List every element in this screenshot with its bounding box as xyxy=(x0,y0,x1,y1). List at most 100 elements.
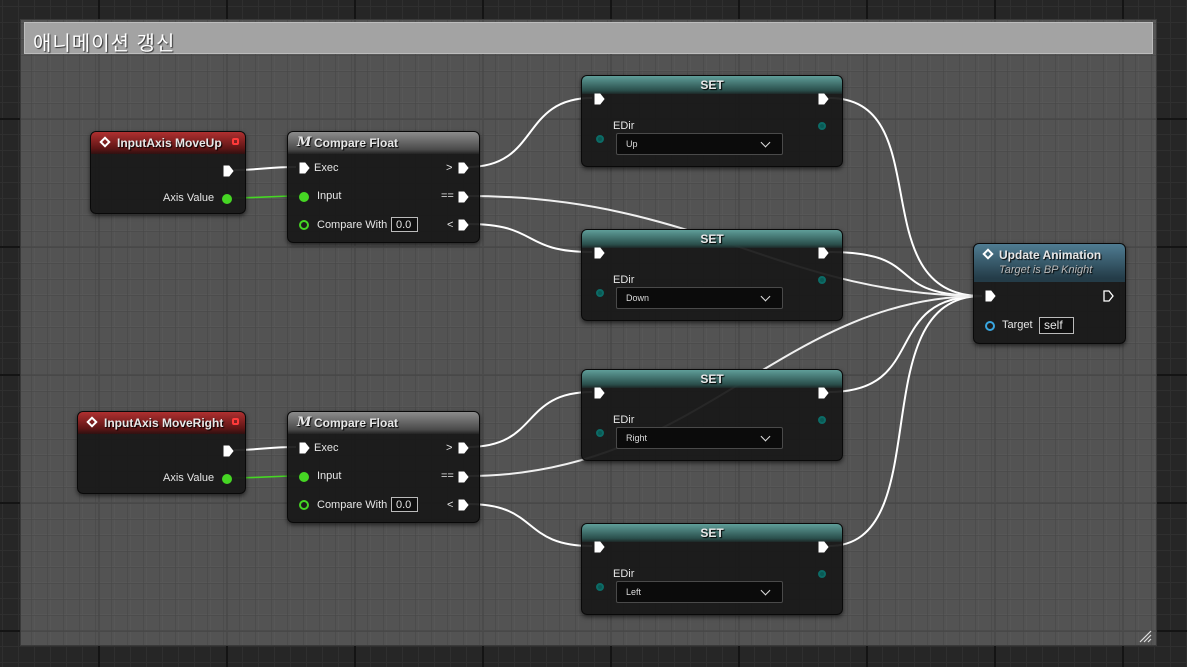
edir-in-pin-icon[interactable] xyxy=(596,289,604,297)
dropdown-value: Right xyxy=(626,433,648,443)
macro-icon: M xyxy=(297,415,312,430)
edir-out-pin-icon[interactable] xyxy=(818,276,826,284)
event-output-icon xyxy=(232,138,239,145)
edir-in-pin-icon[interactable] xyxy=(596,135,604,143)
edir-label: EDir xyxy=(613,120,635,132)
exec-in-pin-icon[interactable] xyxy=(299,442,310,454)
equal-exec-pin-icon[interactable] xyxy=(458,471,469,483)
exec-out-pin-icon[interactable] xyxy=(223,445,234,457)
less-label: < xyxy=(447,219,454,231)
equal-label: == xyxy=(441,190,454,202)
compare-float-node[interactable]: M Compare Float Exec > Input == Compare … xyxy=(287,411,480,523)
greater-label: > xyxy=(446,162,453,174)
equal-label: == xyxy=(441,470,454,482)
target-pin-icon[interactable] xyxy=(985,321,995,331)
edir-dropdown[interactable]: Left xyxy=(616,581,783,603)
node-title: Update Animation xyxy=(999,248,1102,262)
dropdown-value: Up xyxy=(626,139,638,149)
less-exec-pin-icon[interactable] xyxy=(458,219,469,231)
target-label: Target xyxy=(1002,319,1033,331)
input-pin-icon[interactable] xyxy=(299,472,309,482)
node-header[interactable]: Update Animation Target is BP Knight xyxy=(974,244,1125,282)
compare-with-pin-icon[interactable] xyxy=(299,220,309,230)
input-label: Input xyxy=(317,470,342,482)
exec-in-pin-icon[interactable] xyxy=(594,541,605,553)
compare-with-label: Compare With xyxy=(317,499,388,511)
edir-in-pin-icon[interactable] xyxy=(596,429,604,437)
edir-out-pin-icon[interactable] xyxy=(818,416,826,424)
node-title: InputAxis MoveRight xyxy=(104,416,224,430)
edir-dropdown[interactable]: Right xyxy=(616,427,783,449)
exec-out-pin-icon[interactable] xyxy=(818,387,829,399)
node-title: Compare Float xyxy=(314,416,399,430)
exec-in-pin-icon[interactable] xyxy=(594,387,605,399)
compare-float-node[interactable]: M Compare Float Exec > Input == Compare … xyxy=(287,131,480,243)
input-pin-icon[interactable] xyxy=(299,192,309,202)
exec-label: Exec xyxy=(314,162,339,174)
node-subtitle: Target is BP Knight xyxy=(999,264,1093,276)
comment-header[interactable]: 애니메이션 갱신 xyxy=(24,22,1153,55)
exec-in-pin-icon[interactable] xyxy=(594,93,605,105)
node-header[interactable]: SET xyxy=(582,76,842,94)
exec-label: Exec xyxy=(314,442,339,454)
compare-with-label: Compare With xyxy=(317,219,388,231)
exec-out-pin-icon[interactable] xyxy=(1103,290,1114,302)
input-axis-moveup-node[interactable]: InputAxis MoveUp Axis Value xyxy=(90,131,246,214)
input-axis-moveright-node[interactable]: InputAxis MoveRight Axis Value xyxy=(77,411,246,494)
function-diamond-icon xyxy=(982,248,994,260)
chevron-down-icon xyxy=(760,137,771,148)
axis-value-label: Axis Value xyxy=(163,472,215,484)
greater-exec-pin-icon[interactable] xyxy=(458,442,469,454)
event-diamond-icon xyxy=(99,136,111,148)
input-label: Input xyxy=(317,190,342,202)
greater-exec-pin-icon[interactable] xyxy=(458,162,469,174)
less-exec-pin-icon[interactable] xyxy=(458,499,469,511)
axis-value-pin-icon[interactable] xyxy=(222,194,232,204)
dropdown-value: Left xyxy=(626,587,642,597)
comment-title: 애니메이션 갱신 xyxy=(33,33,176,55)
resize-grip-icon[interactable] xyxy=(1138,629,1152,643)
edir-dropdown[interactable]: Up xyxy=(616,133,783,155)
node-header[interactable]: SET xyxy=(582,230,842,248)
node-title: InputAxis MoveUp xyxy=(117,136,222,150)
exec-in-pin-icon[interactable] xyxy=(594,247,605,259)
exec-in-pin-icon[interactable] xyxy=(985,290,996,302)
node-header[interactable]: SET xyxy=(582,524,842,542)
edir-label: EDir xyxy=(613,274,635,286)
node-header[interactable]: InputAxis MoveRight xyxy=(78,412,245,434)
axis-value-label: Axis Value xyxy=(163,192,215,204)
chevron-down-icon xyxy=(760,431,771,442)
exec-in-pin-icon[interactable] xyxy=(299,162,310,174)
node-header[interactable]: InputAxis MoveUp xyxy=(91,132,245,154)
macro-icon: M xyxy=(297,135,312,150)
greater-label: > xyxy=(446,442,453,454)
edir-dropdown[interactable]: Down xyxy=(616,287,783,309)
exec-out-pin-icon[interactable] xyxy=(223,165,234,177)
node-header[interactable]: SET xyxy=(582,370,842,388)
chevron-down-icon xyxy=(760,585,771,596)
chevron-down-icon xyxy=(760,291,771,302)
compare-with-input[interactable]: 0.0 xyxy=(391,497,418,512)
compare-with-input[interactable]: 0.0 xyxy=(391,217,418,232)
exec-out-pin-icon[interactable] xyxy=(818,93,829,105)
edir-out-pin-icon[interactable] xyxy=(818,570,826,578)
exec-out-pin-icon[interactable] xyxy=(818,247,829,259)
target-input[interactable]: self xyxy=(1039,317,1074,334)
set-edir-left-node[interactable]: SET EDir Left xyxy=(581,523,843,615)
compare-with-pin-icon[interactable] xyxy=(299,500,309,510)
update-animation-node[interactable]: Update Animation Target is BP Knight Tar… xyxy=(973,243,1126,344)
edir-label: EDir xyxy=(613,414,635,426)
edir-out-pin-icon[interactable] xyxy=(818,122,826,130)
event-output-icon xyxy=(232,418,239,425)
set-edir-right-node[interactable]: SET EDir Right xyxy=(581,369,843,461)
equal-exec-pin-icon[interactable] xyxy=(458,191,469,203)
node-header[interactable]: M Compare Float xyxy=(288,412,479,434)
axis-value-pin-icon[interactable] xyxy=(222,474,232,484)
node-title: Compare Float xyxy=(314,136,399,150)
set-edir-down-node[interactable]: SET EDir Down xyxy=(581,229,843,321)
node-header[interactable]: M Compare Float xyxy=(288,132,479,154)
event-diamond-icon xyxy=(86,416,98,428)
set-edir-up-node[interactable]: SET EDir Up xyxy=(581,75,843,167)
edir-in-pin-icon[interactable] xyxy=(596,583,604,591)
exec-out-pin-icon[interactable] xyxy=(818,541,829,553)
